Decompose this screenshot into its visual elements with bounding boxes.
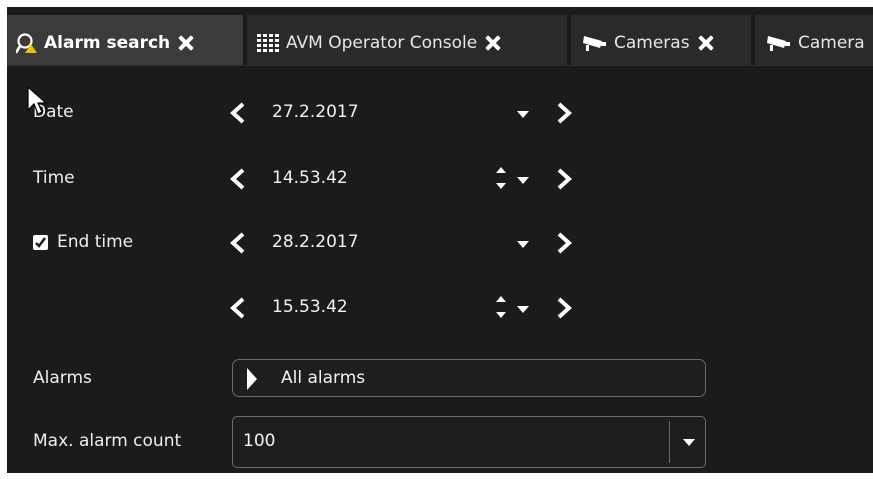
tab-label: AVM Operator Console [286, 32, 478, 53]
dropdown-caret-icon[interactable] [517, 241, 529, 248]
close-icon[interactable] [698, 35, 714, 51]
date-value[interactable]: 27.2.2017 [272, 102, 359, 122]
tab-camera[interactable]: Camera [755, 15, 873, 67]
max-alarm-count-combobox[interactable]: 100 [232, 416, 706, 468]
close-icon[interactable] [485, 35, 501, 51]
chevron-left-icon[interactable] [229, 102, 247, 124]
end-time-label: End time [57, 232, 134, 252]
tab-avm-operator-console[interactable]: AVM Operator Console [247, 15, 567, 67]
camera-icon [580, 33, 608, 53]
chevron-right-icon[interactable] [555, 168, 573, 190]
end-time-checkbox[interactable] [33, 235, 48, 250]
time-value[interactable]: 14.53.42 [272, 168, 348, 188]
chevron-left-icon[interactable] [229, 297, 247, 319]
time-label: Time [33, 168, 75, 188]
chevron-right-icon[interactable] [555, 102, 573, 124]
spinner-icon[interactable] [494, 164, 508, 192]
dropdown-caret-icon[interactable] [517, 306, 529, 313]
dropdown-caret-icon[interactable] [517, 177, 529, 184]
grid-icon [256, 33, 280, 53]
close-icon[interactable] [178, 35, 194, 51]
chevron-left-icon[interactable] [229, 168, 247, 190]
alarms-selector-button[interactable]: All alarms [232, 359, 706, 397]
alarms-value: All alarms [281, 368, 366, 388]
dropdown-caret-icon[interactable] [683, 439, 695, 446]
tab-bar: Alarm search AVM Operator Console Camera… [7, 7, 873, 67]
max-alarm-count-value[interactable]: 100 [243, 431, 275, 451]
alarm-search-window: Alarm search AVM Operator Console Camera… [7, 7, 873, 473]
chevron-left-icon[interactable] [229, 232, 247, 254]
tab-cameras[interactable]: Cameras [571, 15, 751, 67]
end-date-value[interactable]: 28.2.2017 [272, 232, 359, 252]
tab-label: Camera [798, 32, 865, 53]
tab-label: Alarm search [44, 32, 171, 53]
tab-label: Cameras [614, 32, 690, 53]
max-alarm-count-label: Max. alarm count [33, 431, 182, 451]
tab-alarm-search[interactable]: Alarm search [7, 15, 243, 67]
expand-arrow-icon [247, 368, 257, 390]
camera-icon [764, 33, 792, 53]
chevron-right-icon[interactable] [555, 297, 573, 319]
end-time-value[interactable]: 15.53.42 [272, 297, 348, 317]
chevron-right-icon[interactable] [555, 232, 573, 254]
search-form: Date 27.2.2017 Time 14.53.42 End time 28… [7, 65, 873, 473]
mouse-cursor-icon [27, 86, 48, 115]
dropdown-caret-icon[interactable] [517, 111, 529, 118]
alarms-label: Alarms [33, 368, 92, 388]
divider [669, 421, 670, 463]
search-alarm-icon [16, 32, 38, 54]
spinner-icon[interactable] [494, 293, 508, 321]
